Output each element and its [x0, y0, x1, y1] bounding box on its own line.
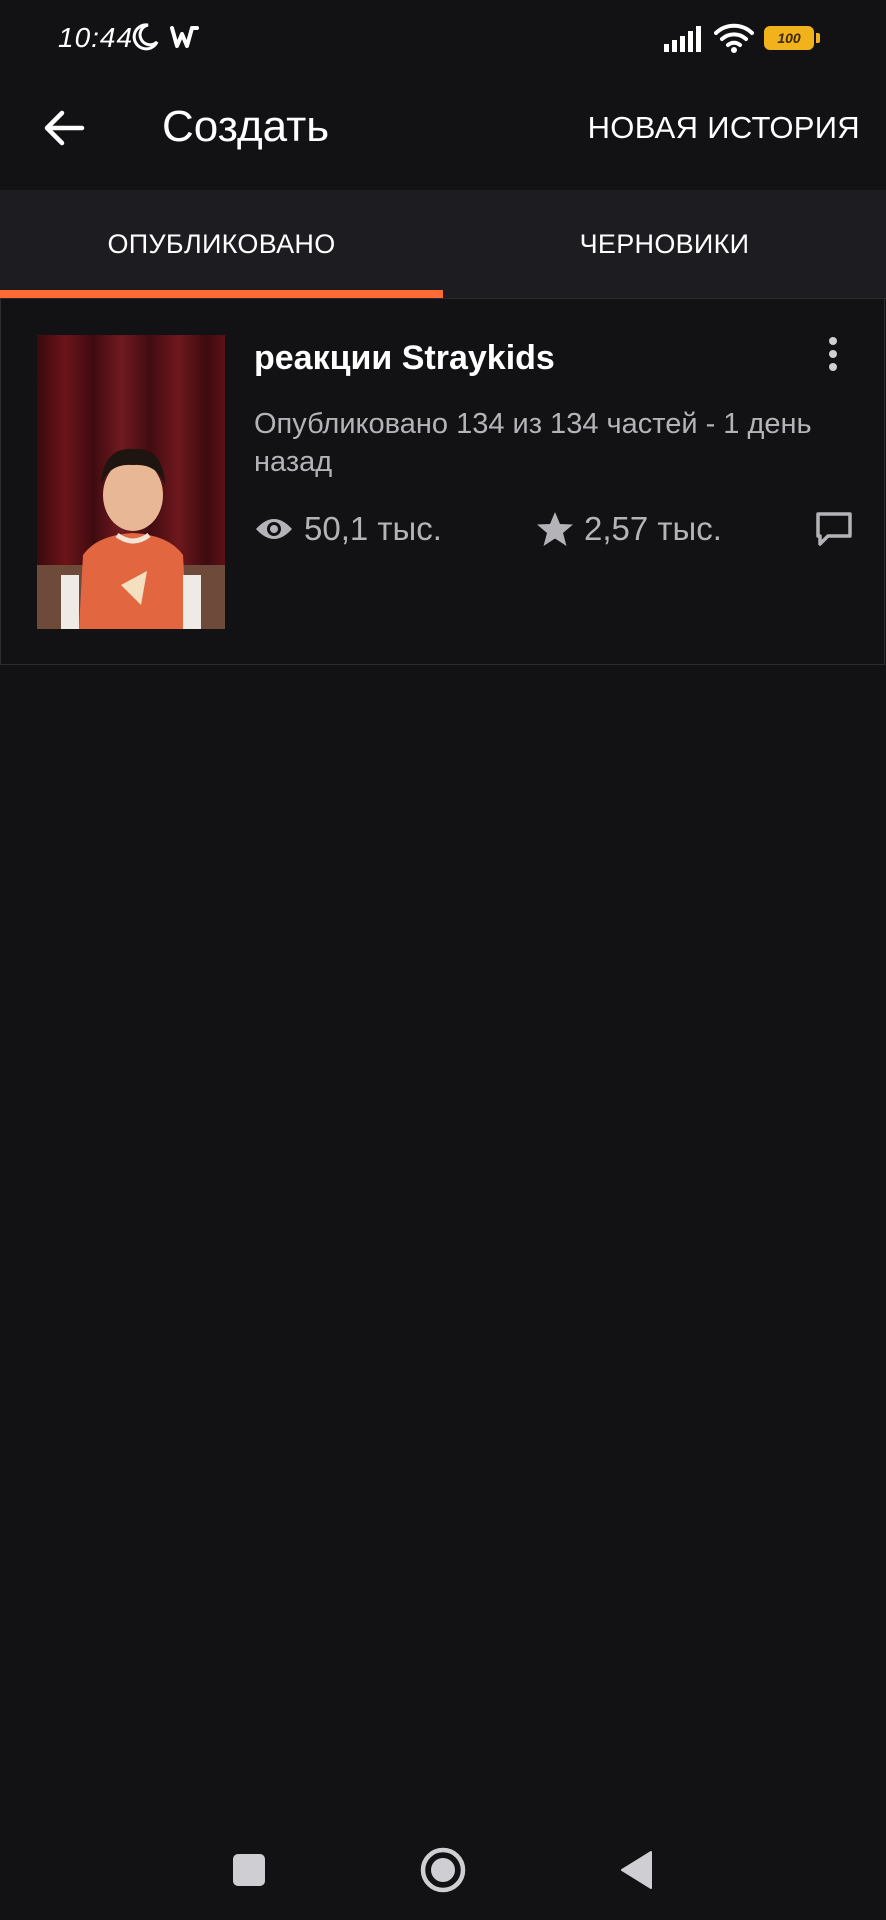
- new-story-button[interactable]: НОВАЯ ИСТОРИЯ: [588, 110, 860, 146]
- stat-votes: 2,57 тыс.: [536, 499, 722, 559]
- eye-icon: [256, 519, 292, 539]
- recents-button[interactable]: [221, 1842, 277, 1898]
- story-list-item[interactable]: реакции Straykids Опубликовано 134 из 13…: [0, 299, 885, 665]
- votes-count: 2,57 тыс.: [584, 510, 722, 547]
- wifi-icon: [714, 22, 754, 59]
- screen: 10:44 100 Создать НОВАЯ ИСТОРИЯ ОПУБЛИКО…: [0, 0, 886, 1920]
- stat-comments: [814, 499, 864, 559]
- triangle-back-icon: [621, 1851, 652, 1889]
- system-back-button[interactable]: [608, 1842, 664, 1898]
- more-vert-icon[interactable]: [813, 329, 853, 379]
- tab-bar: ОПУБЛИКОВАНО ЧЕРНОВИКИ: [0, 190, 886, 299]
- signal-icon: [664, 26, 706, 57]
- battery-icon: 100: [764, 26, 820, 50]
- battery-level: 100: [777, 30, 801, 46]
- moon-icon: [130, 22, 160, 57]
- star-icon: [537, 512, 573, 546]
- arrow-left-icon: [44, 110, 85, 146]
- story-stats: 50,1 тыс. 2,57 тыс.: [254, 499, 886, 559]
- tab-published[interactable]: ОПУБЛИКОВАНО: [0, 190, 443, 298]
- system-nav-bar: [0, 1820, 886, 1920]
- circle-home-icon: [420, 1847, 466, 1893]
- home-button[interactable]: [415, 1842, 471, 1898]
- story-title: реакции Straykids: [254, 339, 555, 377]
- comment-icon: [816, 512, 852, 546]
- reads-count: 50,1 тыс.: [304, 510, 442, 547]
- app-bar: Создать НОВАЯ ИСТОРИЯ: [0, 80, 886, 190]
- back-button[interactable]: [36, 100, 92, 156]
- stat-reads: 50,1 тыс.: [254, 499, 442, 559]
- square-recents-icon: [233, 1854, 265, 1886]
- status-time: 10:44: [58, 22, 134, 53]
- story-cover: [37, 335, 225, 629]
- tab-indicator: [0, 290, 443, 298]
- page-title: Создать: [162, 102, 330, 151]
- tab-drafts[interactable]: ЧЕРНОВИКИ: [443, 190, 886, 298]
- story-status: Опубликовано 134 из 134 частей - 1 день …: [254, 408, 812, 478]
- wattpad-notification-icon: [170, 24, 200, 55]
- status-bar: 10:44 100: [0, 0, 886, 80]
